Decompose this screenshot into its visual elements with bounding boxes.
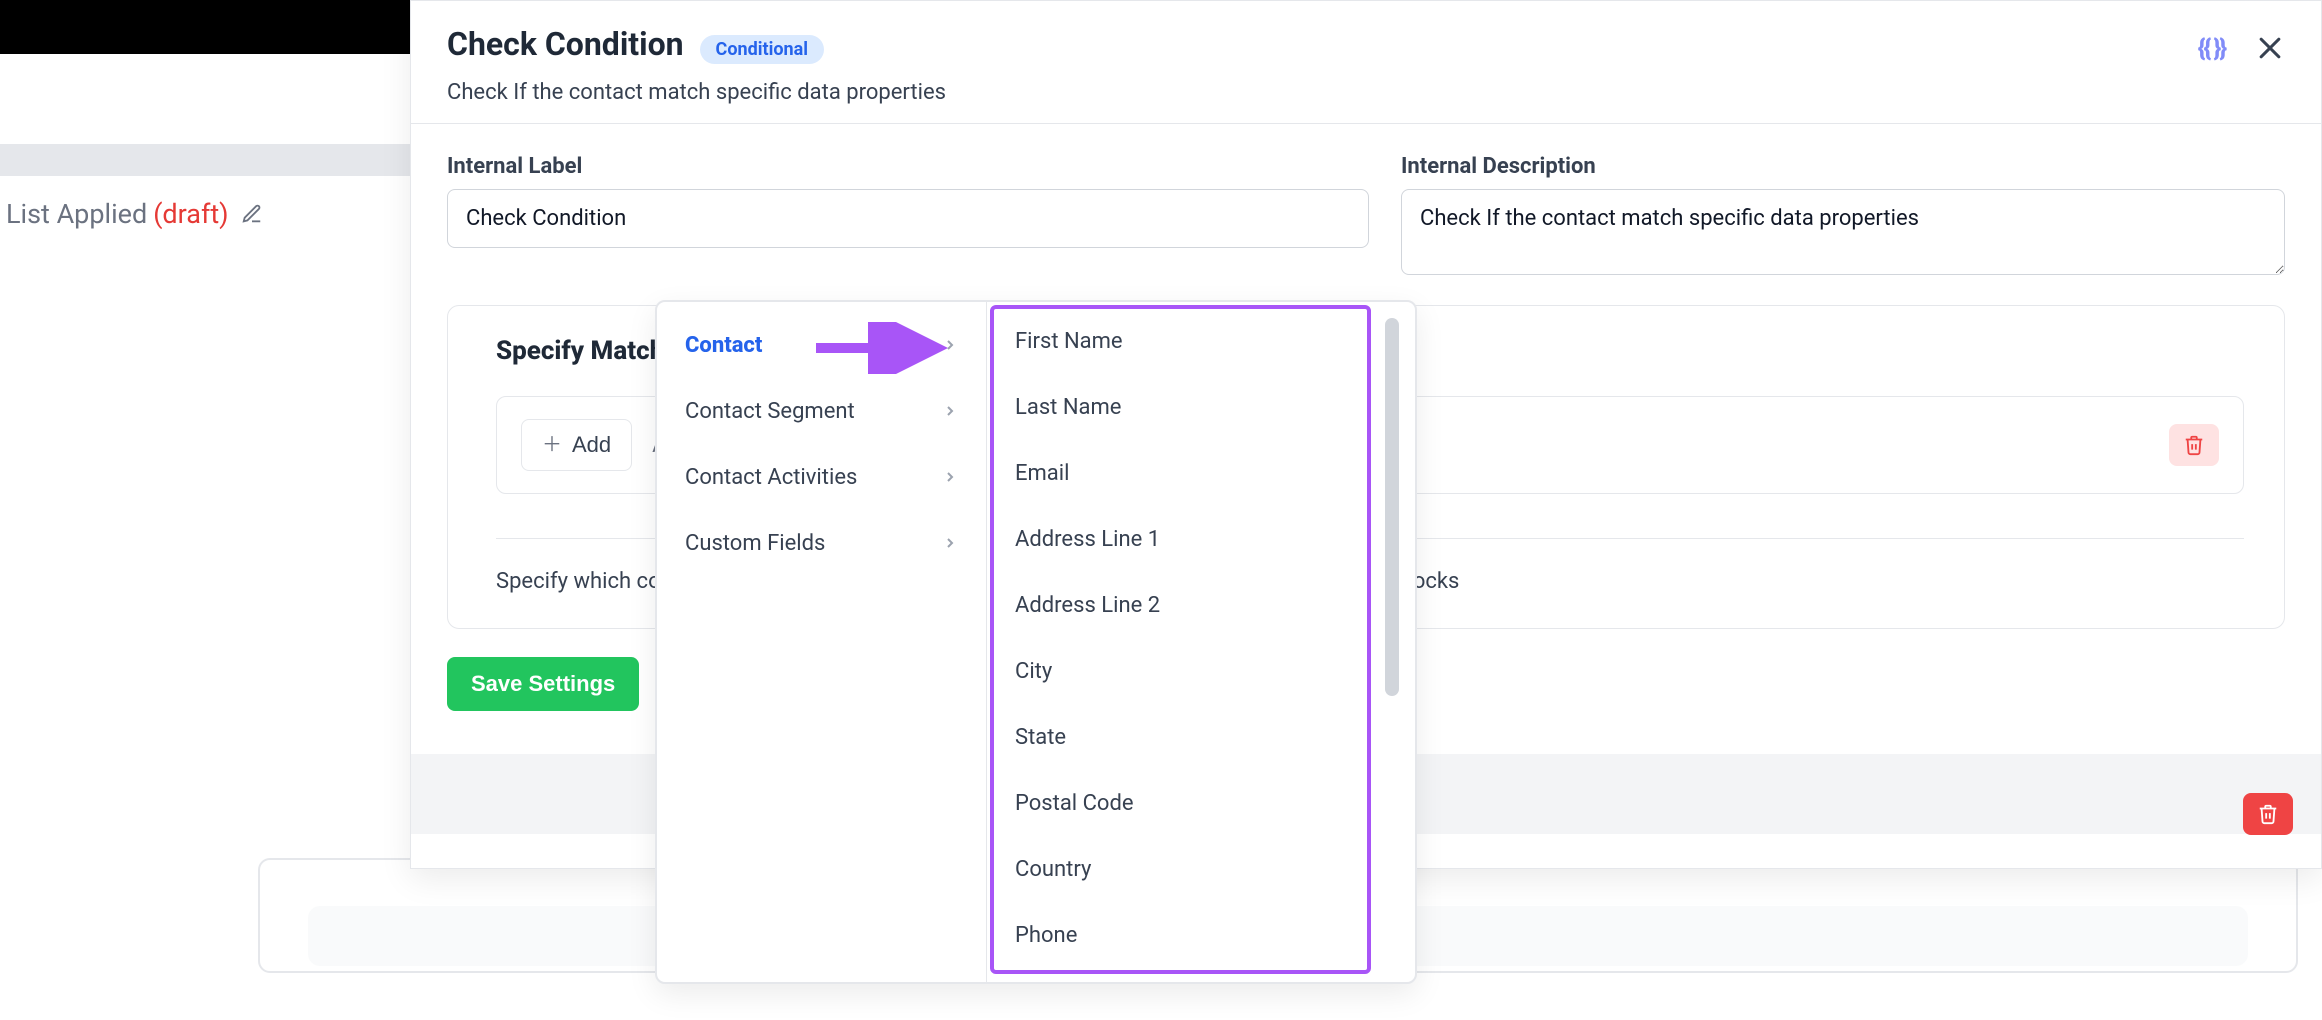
automation-status: (draft) [153, 198, 228, 230]
modal-title: Check Condition [447, 25, 684, 63]
braces-icon[interactable]: {{ }} [2198, 34, 2225, 62]
category-contact-segment[interactable]: Contact Segment [657, 378, 986, 444]
internal-label-input[interactable] [447, 189, 1369, 248]
conditional-badge: Conditional [700, 35, 824, 64]
plus-icon: ＋ [542, 435, 562, 455]
popover-field-list: First Name Last Name Email Address Line … [987, 302, 1415, 982]
pencil-icon[interactable] [241, 203, 263, 225]
add-label: Add [572, 432, 611, 458]
field-address-line-1[interactable]: Address Line 1 [991, 506, 1411, 572]
category-contact-activities[interactable]: Contact Activities [657, 444, 986, 510]
delete-row-button[interactable] [2169, 424, 2219, 466]
field-city[interactable]: City [991, 638, 1411, 704]
category-contact[interactable]: Contact [657, 312, 986, 378]
delete-block-button[interactable] [2243, 793, 2293, 835]
internal-desc-heading: Internal Description [1401, 154, 2285, 179]
internal-label-heading: Internal Label [447, 154, 1369, 179]
internal-desc-textarea[interactable]: Check If the contact match specific data… [1401, 189, 2285, 275]
field-state[interactable]: State [991, 704, 1411, 770]
automation-name: List Applied [6, 198, 147, 230]
scrollbar[interactable] [1385, 318, 1399, 696]
field-email[interactable]: Email [991, 440, 1411, 506]
field-country[interactable]: Country [991, 836, 1411, 902]
close-icon[interactable] [2255, 33, 2285, 63]
save-settings-button[interactable]: Save Settings [447, 657, 639, 711]
field-first-name[interactable]: First Name [991, 308, 1411, 374]
chevron-right-icon [942, 469, 958, 485]
field-phone[interactable]: Phone [991, 902, 1411, 968]
field-last-name[interactable]: Last Name [991, 374, 1411, 440]
modal-subtitle: Check If the contact match specific data… [411, 80, 2321, 123]
condition-popover: Contact Contact Segment Contact Activiti… [655, 300, 1417, 984]
popover-category-list: Contact Contact Segment Contact Activiti… [657, 302, 987, 982]
field-address-line-2[interactable]: Address Line 2 [991, 572, 1411, 638]
chevron-right-icon [942, 535, 958, 551]
chevron-right-icon [942, 337, 958, 353]
add-condition-button[interactable]: ＋ Add [521, 419, 632, 471]
field-postal-code[interactable]: Postal Code [991, 770, 1411, 836]
chevron-right-icon [942, 403, 958, 419]
category-custom-fields[interactable]: Custom Fields [657, 510, 986, 576]
